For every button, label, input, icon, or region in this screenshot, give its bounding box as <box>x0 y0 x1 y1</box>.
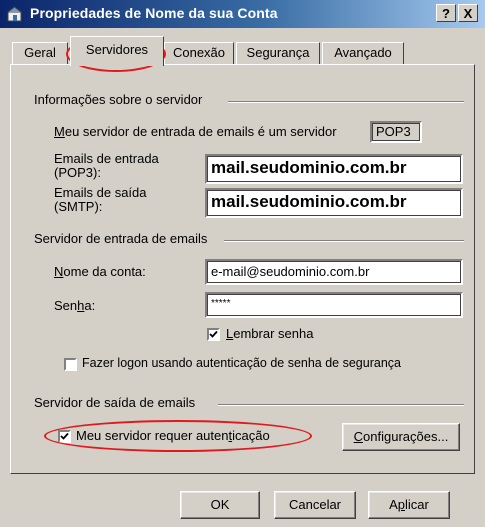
outgoing-server-divider <box>218 404 464 406</box>
outgoing-server-input[interactable]: mail.seudominio.com.br <box>205 188 463 218</box>
tab-strip: Geral Servidores Conexão Segurança Avanç… <box>0 34 485 66</box>
incoming-server-label: Emails de entrada (POP3): <box>54 151 159 180</box>
incoming-server-divider <box>224 240 464 242</box>
window-title: Propriedades de Nome da sua Conta <box>30 5 278 21</box>
incoming-server-title: Servidor de entrada de emails <box>34 231 212 246</box>
server-info-divider <box>228 101 464 103</box>
secure-auth-label[interactable]: Fazer logon usando autenticação de senha… <box>82 356 401 370</box>
checkmark-icon <box>209 330 218 338</box>
remember-password-checkbox[interactable] <box>207 328 220 341</box>
checkmark-icon <box>60 432 69 440</box>
server-info-title: Informações sobre o servidor <box>34 92 207 107</box>
title-bar: Propriedades de Nome da sua Conta ? X <box>0 0 485 28</box>
apply-button[interactable]: Aplicar <box>368 491 450 519</box>
requires-auth-checkbox[interactable] <box>58 430 71 443</box>
outgoing-server-label: Emails de saída (SMTP): <box>54 185 147 214</box>
cancel-button[interactable]: Cancelar <box>274 491 356 519</box>
outgoing-server-title: Servidor de saída de emails <box>34 395 200 410</box>
tab-conexao[interactable]: Conexão <box>164 42 234 64</box>
close-button[interactable]: X <box>458 4 478 22</box>
incoming-type-label: Meu servidor de entrada de emails é um s… <box>54 124 337 139</box>
requires-auth-label[interactable]: Meu servidor requer autenticação <box>76 428 270 443</box>
secure-auth-checkbox[interactable] <box>64 358 77 371</box>
tab-seguranca[interactable]: Segurança <box>236 42 320 64</box>
ok-button[interactable]: OK <box>180 491 260 519</box>
account-name-label: Nome da conta: <box>54 264 146 279</box>
account-name-input[interactable]: e-mail@seudominio.com.br <box>205 259 463 285</box>
account-properties-icon <box>6 5 24 23</box>
remember-password-label[interactable]: Lembrar senha <box>226 326 313 341</box>
tab-avancado[interactable]: Avançado <box>322 42 404 64</box>
settings-button[interactable]: Configurações... <box>342 423 460 451</box>
tab-geral[interactable]: Geral <box>12 42 68 64</box>
incoming-server-input[interactable]: mail.seudominio.com.br <box>205 154 463 184</box>
incoming-type-value: POP3 <box>370 121 422 143</box>
password-label: Senha: <box>54 298 96 313</box>
password-input[interactable]: ***** <box>205 292 463 318</box>
tab-servidores[interactable]: Servidores <box>70 36 164 66</box>
help-button[interactable]: ? <box>436 4 456 22</box>
